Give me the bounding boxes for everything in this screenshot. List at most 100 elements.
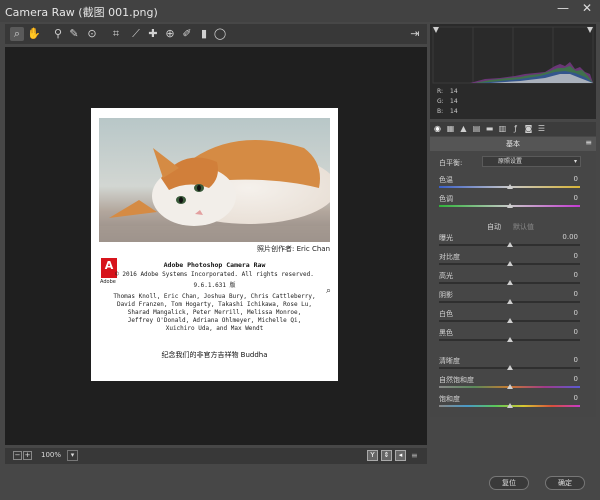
b-value: 14 xyxy=(450,108,458,115)
g-value: 14 xyxy=(450,98,458,105)
minimize-button[interactable]: — xyxy=(556,1,570,15)
basic-panel: 白平衡: 原照设置 ▾ 色温 0 色调 0 自动 默认值 曝光 0.00 对比度… xyxy=(430,151,596,417)
exposure-thumb[interactable] xyxy=(506,242,513,247)
temperature-label: 色温 xyxy=(439,176,453,184)
highlights-value[interactable]: 0 xyxy=(553,271,578,279)
ok-button[interactable]: 确定 xyxy=(545,476,585,490)
clarity-label: 清晰度 xyxy=(439,357,460,365)
lens-corrections-icon[interactable]: ▥ xyxy=(497,123,508,134)
highlights-label: 高光 xyxy=(439,272,453,280)
credits-line: Jeffrey O'Donald, Adriana Ohlmeyer, Mich… xyxy=(127,317,302,324)
white-balance-icon[interactable]: ⚲ xyxy=(51,27,65,41)
highlights-thumb[interactable] xyxy=(506,280,513,285)
temperature-value[interactable]: 0 xyxy=(553,175,578,183)
zoom-icon[interactable]: ⌕ xyxy=(10,27,24,41)
panel-tabs: ◉ ▦ ▲ ▤ ▬ ▥ ƒ ◙ ☰ xyxy=(430,122,596,136)
straighten-icon[interactable]: ⟋ xyxy=(129,27,143,41)
default-button[interactable]: 默认值 xyxy=(513,222,534,232)
saturation-thumb[interactable] xyxy=(506,403,513,408)
panel-title: 基本 xyxy=(506,140,520,148)
zoom-in-button[interactable]: + xyxy=(23,451,32,460)
credits-line: Thomas Knoll, Eric Chan, Joshua Bury, Ch… xyxy=(113,293,316,300)
color-sampler-icon[interactable]: ✎ xyxy=(67,27,81,41)
tint-label: 色调 xyxy=(439,195,453,203)
photo-credit: 照片创作者: Eric Chan xyxy=(257,245,330,253)
zoom-dropdown[interactable]: ▾ xyxy=(67,450,78,461)
splash-photo xyxy=(99,118,330,242)
blacks-label: 黑色 xyxy=(439,329,453,337)
saturation-value[interactable]: 0 xyxy=(553,394,578,402)
whites-thumb[interactable] xyxy=(506,318,513,323)
red-eye-icon[interactable]: ⊕ xyxy=(163,27,177,41)
whites-value[interactable]: 0 xyxy=(553,309,578,317)
radial-filter-icon[interactable]: ◯ xyxy=(213,27,227,41)
spot-removal-icon[interactable]: ✚ xyxy=(146,27,160,41)
credits-line: Sharad Mangalick, Peter Merrill, Melissa… xyxy=(127,309,302,316)
histogram: R: 14 G: 14 B: 14 xyxy=(430,24,596,119)
zoom-level: 100% xyxy=(41,451,62,459)
cat-photo xyxy=(99,118,330,242)
saturation-label: 饱和度 xyxy=(439,395,460,403)
white-balance-label: 白平衡: xyxy=(439,159,463,167)
split-toning-icon[interactable]: ▬ xyxy=(484,123,495,134)
camera-calibration-icon[interactable]: ◙ xyxy=(523,123,534,134)
tint-value[interactable]: 0 xyxy=(553,194,578,202)
effects-icon[interactable]: ƒ xyxy=(510,123,521,134)
r-label: R: xyxy=(437,88,444,95)
clarity-value[interactable]: 0 xyxy=(553,356,578,364)
preview-area: 照片创作者: Eric Chan A Adobe Adobe Photoshop… xyxy=(5,47,427,445)
crop-icon[interactable]: ⌗ xyxy=(109,27,123,41)
credits-line: Xuichiro Uda, and Max Wendt xyxy=(165,325,264,332)
view-toggle-button[interactable]: ⇕ xyxy=(381,450,392,461)
temperature-thumb[interactable] xyxy=(506,184,513,189)
about-splash: 照片创作者: Eric Chan A Adobe Adobe Photoshop… xyxy=(91,108,338,381)
export-icon[interactable]: ⇥ xyxy=(408,27,422,41)
close-button[interactable]: ✕ xyxy=(580,1,594,15)
graduated-filter-icon[interactable]: ▮ xyxy=(197,27,211,41)
r-value: 14 xyxy=(450,88,458,95)
splash-version: 9.6.1.631 版 xyxy=(193,282,236,289)
splash-copyright: © 2016 Adobe Systems Incorporated. All r… xyxy=(115,271,314,278)
basic-icon[interactable]: ◉ xyxy=(432,123,443,134)
contrast-thumb[interactable] xyxy=(506,261,513,266)
zoom-out-button[interactable]: − xyxy=(13,451,22,460)
settings-lines-icon[interactable]: ≡ xyxy=(411,451,418,460)
hand-icon[interactable]: ✋ xyxy=(27,27,41,41)
title-bar: Camera Raw (截图 001.png) — ✕ xyxy=(0,0,600,22)
blacks-thumb[interactable] xyxy=(506,337,513,342)
auto-button[interactable]: 自动 xyxy=(487,222,501,232)
vibrance-label: 自然饱和度 xyxy=(439,376,474,384)
contrast-label: 对比度 xyxy=(439,253,460,261)
tone-curve-icon[interactable]: ▦ xyxy=(445,123,456,134)
exposure-value[interactable]: 0.00 xyxy=(553,233,578,241)
tint-thumb[interactable] xyxy=(506,203,513,208)
shadows-value[interactable]: 0 xyxy=(553,290,578,298)
target-adjust-icon[interactable]: ⊙ xyxy=(85,27,99,41)
view-swap-button[interactable]: ◂ xyxy=(395,450,406,461)
tool-bar: ⌕ ✋ ⚲ ✎ ⊙ ⌗ ⟋ ✚ ⊕ ✐ ▮ ◯ ⇥ xyxy=(5,24,427,44)
whites-label: 白色 xyxy=(439,310,453,318)
clarity-thumb[interactable] xyxy=(506,365,513,370)
hsl-icon[interactable]: ▤ xyxy=(471,123,482,134)
b-label: B: xyxy=(437,108,444,115)
chevron-down-icon: ▾ xyxy=(573,158,577,165)
bottom-bar: − + 100% ▾ Y ⇕ ◂ ≡ xyxy=(5,448,427,464)
vibrance-thumb[interactable] xyxy=(506,384,513,389)
reset-button[interactable]: 复位 xyxy=(489,476,529,490)
credits-line: David Franzen, Tom Hogarty, Takashi Ichi… xyxy=(116,301,313,308)
shadows-thumb[interactable] xyxy=(506,299,513,304)
contrast-value[interactable]: 0 xyxy=(553,252,578,260)
presets-icon[interactable]: ☰ xyxy=(536,123,547,134)
white-balance-value: 原照设置 xyxy=(498,158,523,165)
panel-header: 基本 ≡ xyxy=(430,137,596,151)
white-balance-select[interactable]: 原照设置 ▾ xyxy=(482,156,581,167)
adjustment-brush-icon[interactable]: ✐ xyxy=(180,27,194,41)
vibrance-value[interactable]: 0 xyxy=(553,375,578,383)
panel-menu-icon[interactable]: ≡ xyxy=(585,138,592,147)
splash-tagline: 纪念我们的非官方吉祥物 Buddha xyxy=(161,351,268,359)
window-title: Camera Raw (截图 001.png) xyxy=(5,6,158,19)
g-label: G: xyxy=(437,98,444,105)
detail-icon[interactable]: ▲ xyxy=(458,123,469,134)
blacks-value[interactable]: 0 xyxy=(553,328,578,336)
before-after-button[interactable]: Y xyxy=(367,450,378,461)
